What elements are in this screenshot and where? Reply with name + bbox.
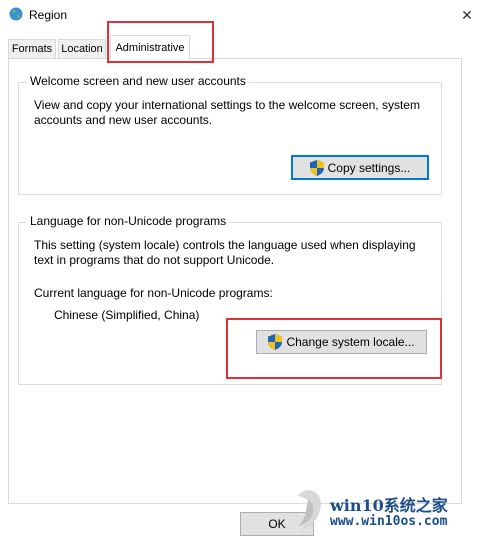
watermark-url: www.win10os.com xyxy=(330,514,448,529)
tab-label: Location xyxy=(61,43,103,55)
uac-shield-icon xyxy=(268,334,283,350)
close-button[interactable]: ✕ xyxy=(454,3,480,27)
welcome-description-line-1: View and copy your international setting… xyxy=(34,98,420,112)
tab-location[interactable]: Location xyxy=(58,39,106,58)
current-language-value: Chinese (Simplified, China) xyxy=(54,308,200,322)
button-label: Copy settings... xyxy=(327,160,411,175)
tab-administrative[interactable]: Administrative xyxy=(110,35,190,59)
close-icon: ✕ xyxy=(461,6,473,23)
group-legend: Welcome screen and new user accounts xyxy=(27,74,249,88)
group-legend: Language for non-Unicode programs xyxy=(27,214,230,228)
copy-settings-button[interactable]: Copy settings... xyxy=(291,155,429,180)
tab-label: Administrative xyxy=(115,41,185,54)
globe-icon xyxy=(9,7,23,21)
locale-description-line-1: This setting (system locale) controls th… xyxy=(34,238,416,252)
tab-label: Formats xyxy=(11,43,53,55)
welcome-description-line-2: accounts and new user accounts. xyxy=(34,113,213,127)
button-label: OK xyxy=(268,517,286,531)
button-label: Change system locale... xyxy=(286,335,415,349)
locale-description-line-2: text in programs that do not support Uni… xyxy=(34,253,275,267)
watermark-title: win10系统之家 xyxy=(330,496,448,515)
window-title: Region xyxy=(29,8,68,22)
tab-formats[interactable]: Formats xyxy=(8,39,56,58)
watermark-logo-icon xyxy=(298,490,321,530)
uac-shield-icon xyxy=(309,159,324,176)
title-bar: Region ✕ xyxy=(0,0,483,30)
current-language-label: Current language for non-Unicode program… xyxy=(34,286,273,300)
change-system-locale-button[interactable]: Change system locale... xyxy=(256,330,427,354)
watermark: win10系统之家 www.win10os.com xyxy=(290,480,480,542)
